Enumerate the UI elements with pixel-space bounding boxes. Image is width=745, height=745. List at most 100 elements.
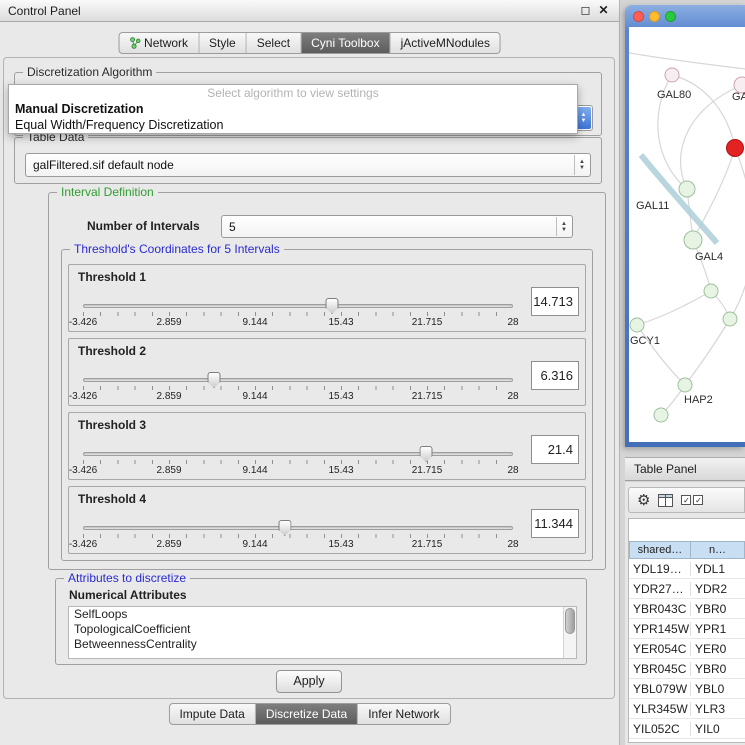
gear-icon[interactable]: ⚙ (637, 493, 650, 508)
cell-name[interactable]: YDL1 (691, 562, 745, 576)
cell-shared-name[interactable]: YIL052C (629, 722, 691, 736)
network-nodes[interactable] (630, 68, 745, 422)
column-header-name[interactable]: n… (691, 541, 745, 559)
tab-impute-data[interactable]: Impute Data (169, 704, 255, 724)
cell-name[interactable]: YDR2 (691, 582, 745, 596)
table-row[interactable]: YBR045C YBR0 (629, 659, 745, 679)
bottom-tabbar: Impute Data Discretize Data Infer Networ… (168, 703, 450, 725)
node[interactable] (704, 284, 718, 298)
cell-name[interactable]: YBL0 (691, 682, 745, 696)
cell-name[interactable]: YIL0 (691, 722, 745, 736)
table-row[interactable]: YLR345W YLR3 (629, 699, 745, 719)
node-gcy1[interactable] (630, 318, 644, 332)
column-header-shared-name[interactable]: shared… (629, 541, 691, 559)
network-canvas[interactable]: GAL80 GA GAL11 GAL4 GCY1 HAP2 (629, 27, 745, 442)
cell-shared-name[interactable]: YER054C (629, 642, 691, 656)
slider-track[interactable] (83, 304, 513, 308)
select-columns-icon[interactable]: ✓ ✓ (681, 495, 703, 505)
node-gal4[interactable] (684, 231, 702, 249)
mac-close-button[interactable] (633, 11, 644, 22)
network-view-window[interactable]: GAL80 GA GAL11 GAL4 GCY1 HAP2 (625, 5, 745, 447)
list-item[interactable]: TopologicalCoefficient (69, 622, 576, 637)
tab-discretize-data[interactable]: Discretize Data (256, 704, 358, 724)
mac-zoom-button[interactable] (665, 11, 676, 22)
tab-jactivemnodules[interactable]: jActiveMNodules (391, 33, 500, 53)
scale-tick-label: 15.43 (328, 465, 353, 476)
mac-minimize-button[interactable] (649, 11, 660, 22)
cell-name[interactable]: YBR0 (691, 602, 745, 616)
tab-style[interactable]: Style (199, 33, 247, 53)
cell-name[interactable]: YBR0 (691, 662, 745, 676)
table-data-combobox[interactable]: galFiltered.sif default node ▲ ▼ (25, 153, 591, 177)
slider-track[interactable] (83, 452, 513, 456)
network-tab-icon (129, 37, 140, 49)
scale-tick-label: -3.426 (69, 465, 97, 476)
threshold-4-slider[interactable]: -3.426 2.859 9.144 15.43 21.715 28 (77, 517, 519, 553)
table-row[interactable]: YBL079W YBL0 (629, 679, 745, 699)
cell-shared-name[interactable]: YPR145W (629, 622, 691, 636)
threshold-1-value-field[interactable]: 14.713 (531, 287, 579, 316)
dropdown-option-equal-width-frequency[interactable]: Equal Width/Frequency Discretization (9, 117, 577, 133)
cell-name[interactable]: YPR1 (691, 622, 745, 636)
table-row[interactable]: YDL19… YDL1 (629, 559, 745, 579)
apply-button[interactable]: Apply (276, 670, 342, 693)
scale-tick-label: 2.859 (156, 317, 181, 328)
combobox-stepper-icon[interactable]: ▲ ▼ (556, 217, 571, 236)
cell-shared-name[interactable]: YLR345W (629, 702, 691, 716)
highlighted-edge[interactable] (641, 155, 717, 243)
scale-tick-label: 9.144 (242, 465, 267, 476)
combobox-stepper-icon[interactable]: ▲ ▼ (576, 107, 591, 129)
threshold-1-slider[interactable]: -3.426 2.859 9.144 15.43 21.715 28 (77, 295, 519, 331)
list-scrollbar[interactable] (563, 607, 576, 658)
node-hap2[interactable] (678, 378, 692, 392)
slider-track[interactable] (83, 378, 513, 382)
node-gal11[interactable] (679, 181, 695, 197)
table-row[interactable]: YIL052C YIL0 (629, 719, 745, 739)
threshold-4-panel: Threshold 4 11.344 -3.426 2.859 9.144 15… (68, 486, 586, 554)
scale-tick-label: 15.43 (328, 391, 353, 402)
cell-shared-name[interactable]: YBR043C (629, 602, 691, 616)
threshold-3-slider[interactable]: -3.426 2.859 9.144 15.43 21.715 28 (77, 443, 519, 479)
float-window-icon[interactable]: ◻ (578, 3, 593, 18)
scrollbar-thumb[interactable] (565, 608, 575, 634)
tab-jactivemnodules-label: jActiveMNodules (401, 36, 490, 50)
cell-name[interactable]: YER0 (691, 642, 745, 656)
table-data-combobox-value: galFiltered.sif default node (33, 154, 570, 176)
node-gal80[interactable] (665, 68, 679, 82)
cell-shared-name[interactable]: YDR27… (629, 582, 691, 596)
scale-tick-label: 28 (507, 391, 518, 402)
tab-infer-network[interactable]: Infer Network (358, 704, 449, 724)
threshold-2-value-field[interactable]: 6.316 (531, 361, 579, 390)
list-item[interactable]: SelfLoops (69, 607, 576, 622)
dropdown-option-manual-discretization[interactable]: Manual Discretization (9, 101, 577, 117)
tab-cyni-toolbox[interactable]: Cyni Toolbox (301, 33, 390, 53)
number-of-intervals-combobox[interactable]: 5 ▲ ▼ (221, 215, 573, 238)
threshold-3-panel: Threshold 3 21.4 -3.426 2.859 9.144 15.4… (68, 412, 586, 480)
columns-icon[interactable] (658, 494, 673, 507)
threshold-2-slider[interactable]: -3.426 2.859 9.144 15.43 21.715 28 (77, 369, 519, 405)
combobox-stepper-icon[interactable]: ▲ ▼ (574, 155, 589, 175)
node[interactable] (723, 312, 737, 326)
table-panel-header: Table Panel (625, 457, 745, 481)
numerical-attributes-list[interactable]: SelfLoops TopologicalCoefficient Between… (68, 606, 577, 659)
list-item[interactable]: BetweennessCentrality (69, 637, 576, 652)
threshold-4-value-field[interactable]: 11.344 (531, 509, 579, 538)
tab-network[interactable]: Network (119, 33, 199, 53)
cell-shared-name[interactable]: YDL19… (629, 562, 691, 576)
table-row[interactable]: YER054C YER0 (629, 639, 745, 659)
node[interactable] (654, 408, 668, 422)
table-row[interactable]: YDR27… YDR2 (629, 579, 745, 599)
close-window-icon[interactable]: ✕ (596, 3, 611, 18)
scale-tick-label: 9.144 (242, 539, 267, 550)
slider-scale: -3.426 2.859 9.144 15.43 21.715 28 (83, 539, 513, 551)
threshold-3-value-field[interactable]: 21.4 (531, 435, 579, 464)
table-row[interactable]: YPR145W YPR1 (629, 619, 745, 639)
tab-select[interactable]: Select (247, 33, 301, 53)
slider-track[interactable] (83, 526, 513, 530)
table-row[interactable]: YBR043C YBR0 (629, 599, 745, 619)
cell-shared-name[interactable]: YBL079W (629, 682, 691, 696)
node-selected-red[interactable] (727, 140, 744, 157)
scale-tick-label: -3.426 (69, 317, 97, 328)
cell-shared-name[interactable]: YBR045C (629, 662, 691, 676)
cell-name[interactable]: YLR3 (691, 702, 745, 716)
